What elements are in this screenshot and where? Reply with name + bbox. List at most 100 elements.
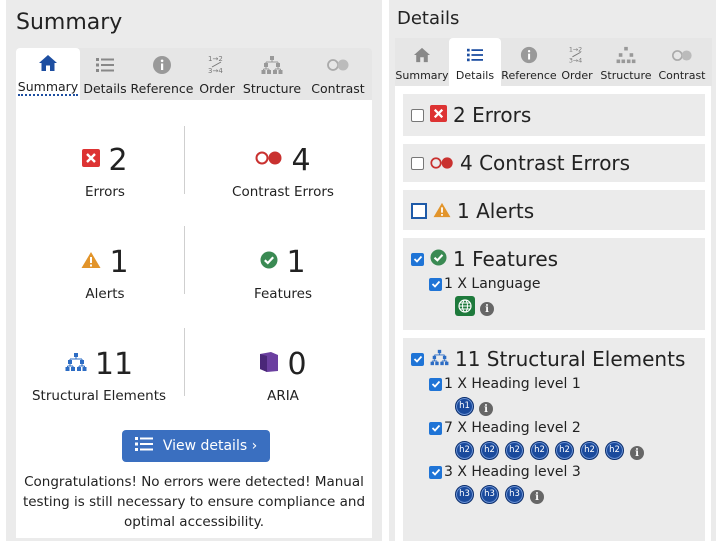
tab-summary[interactable]: Summary	[395, 38, 449, 86]
h2-badge[interactable]: h2	[530, 440, 549, 460]
h2-badge[interactable]: h2	[605, 440, 624, 460]
heading-level-2-checkbox[interactable]	[429, 421, 442, 435]
stat-errors[interactable]: 2 Errors	[16, 140, 194, 200]
heading-level-3-checkbox[interactable]	[429, 465, 442, 479]
stat-aria[interactable]: 0 ARIA	[194, 344, 372, 404]
tab-order-label: Order	[199, 81, 235, 96]
tab-structure[interactable]: Structure	[240, 48, 304, 100]
tab-structure[interactable]: Structure	[597, 38, 655, 86]
alerts-label: Alerts	[85, 286, 125, 302]
list-icon	[134, 436, 153, 456]
features-count: 1	[286, 244, 306, 280]
feature-icon	[260, 251, 278, 273]
tab-reference[interactable]: Reference	[501, 38, 557, 86]
heading-level-1-label: 1 X Heading level 1	[444, 376, 581, 392]
contrast-icon	[430, 151, 454, 175]
alerts-checkbox[interactable]	[411, 203, 427, 219]
tab-reference[interactable]: Reference	[130, 48, 194, 100]
tab-details-label: Details	[83, 81, 127, 96]
errors-checkbox[interactable]	[411, 108, 424, 122]
heading-level-2-label: 7 X Heading level 2	[444, 420, 581, 436]
contrast-errors-checkbox[interactable]	[411, 156, 424, 170]
section-errors: 2 Errors	[403, 94, 705, 136]
svg-text:3→4: 3→4	[569, 57, 582, 64]
structure-icon	[65, 352, 87, 376]
tab-summary[interactable]: Summary	[16, 48, 80, 100]
alerts-count: 1	[109, 244, 129, 280]
view-details-label: View details ›	[162, 438, 258, 454]
error-icon	[430, 103, 447, 127]
section-features: 1 Features 1 X Language i	[403, 238, 705, 330]
h3-badge[interactable]: h3	[505, 484, 524, 504]
tab-order[interactable]: 1→2 3→4 Order	[194, 48, 240, 100]
aria-label: ARIA	[267, 388, 299, 404]
section-contrast-errors: 4 Contrast Errors	[403, 144, 705, 182]
stat-alerts[interactable]: 1 Alerts	[16, 242, 194, 302]
h2-badge[interactable]: h2	[555, 440, 574, 460]
features-checkbox[interactable]	[411, 252, 424, 266]
details-title: Details	[397, 8, 460, 29]
details-content: 2 Errors 4 Contrast Errors 1 Alerts 1 Fe…	[395, 86, 711, 541]
home-icon	[38, 52, 58, 74]
heading-level-3-label: 3 X Heading level 3	[444, 464, 581, 480]
h2-badge[interactable]: h2	[505, 440, 524, 460]
summary-content: 2 Errors 4 Contrast Errors 1 Alerts 1 Fe…	[16, 100, 372, 538]
h1-badge[interactable]: h1	[455, 396, 474, 416]
language-label: 1 X Language	[444, 276, 541, 292]
section-structural-elements: 11 Structural Elements 1 X Heading level…	[403, 338, 705, 541]
view-details-button[interactable]: View details ›	[122, 430, 270, 462]
tab-structure-label: Structure	[242, 81, 302, 96]
tab-details[interactable]: Details	[80, 48, 130, 100]
structural-heading: 11 Structural Elements	[455, 347, 686, 371]
order-icon: 1→2 3→4	[206, 54, 228, 76]
summary-title: Summary	[16, 10, 123, 35]
aria-count: 0	[287, 346, 307, 382]
tab-contrast-label: Contrast	[311, 81, 365, 96]
order-icon: 1→2 3→4	[567, 45, 587, 65]
stat-contrast-errors[interactable]: 4 Contrast Errors	[194, 140, 372, 201]
h2-badge[interactable]: h2	[480, 440, 499, 460]
structural-count: 11	[94, 346, 134, 382]
home-icon	[413, 45, 431, 65]
errors-label: Errors	[85, 184, 125, 200]
summary-panel: Summary Summary Details Reference 1→2 3→4…	[6, 0, 382, 541]
h3-badge[interactable]: h3	[455, 484, 474, 504]
h3-badge[interactable]: h3	[480, 484, 499, 504]
details-tabbar: Summary Details Reference 1→2 3→4 Order S…	[395, 38, 712, 86]
alert-icon	[433, 199, 451, 223]
tab-order[interactable]: 1→2 3→4 Order	[557, 38, 597, 86]
structure-icon	[430, 347, 449, 371]
globe-icon[interactable]	[455, 296, 475, 316]
list-icon	[95, 54, 115, 76]
errors-heading: 2 Errors	[453, 103, 532, 127]
tab-contrast[interactable]: Contrast	[655, 38, 709, 86]
info-icon[interactable]: i	[479, 402, 493, 416]
error-icon	[82, 149, 101, 171]
h2-badge[interactable]: h2	[455, 440, 474, 460]
info-icon	[152, 54, 172, 76]
info-icon[interactable]: i	[480, 302, 494, 316]
tab-summary-label: Summary	[17, 79, 79, 96]
stat-features[interactable]: 1 Features	[194, 242, 372, 303]
contrast-errors-count: 4	[291, 142, 311, 178]
contrast-errors-heading: 4 Contrast Errors	[460, 151, 631, 175]
tab-contrast[interactable]: Contrast	[304, 48, 372, 100]
language-checkbox[interactable]	[429, 277, 442, 291]
structural-checkbox[interactable]	[411, 352, 424, 366]
h2-badge[interactable]: h2	[580, 440, 599, 460]
summary-stats-grid: 2 Errors 4 Contrast Errors 1 Alerts 1 Fe…	[16, 100, 372, 410]
tab-contrast-label: Contrast	[658, 69, 706, 82]
heading-level-1-checkbox[interactable]	[429, 377, 442, 391]
info-icon[interactable]: i	[630, 446, 644, 460]
errors-count: 2	[108, 142, 128, 178]
svg-text:3→4: 3→4	[208, 67, 223, 75]
congratulations-message: Congratulations! No errors were detected…	[22, 474, 366, 530]
contrast-icon	[255, 150, 283, 170]
info-icon[interactable]: i	[530, 490, 544, 504]
tab-reference-label: Reference	[501, 69, 557, 82]
info-icon	[520, 45, 538, 65]
tab-details[interactable]: Details	[449, 38, 501, 86]
contrast-icon	[671, 45, 693, 65]
stat-structural-elements[interactable]: 11 Structural Elements	[10, 344, 188, 405]
details-panel: Details Summary Details Reference 1→2 3→4…	[389, 0, 716, 541]
